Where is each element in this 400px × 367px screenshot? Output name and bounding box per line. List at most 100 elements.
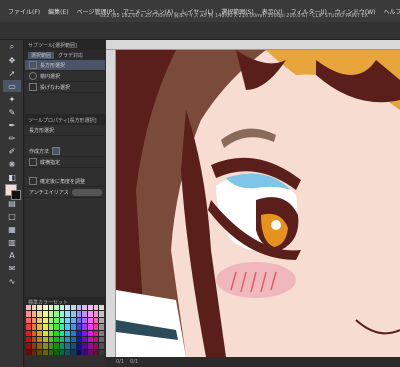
palette-swatch[interactable] xyxy=(71,311,76,317)
palette-swatch[interactable] xyxy=(31,317,37,324)
palette-swatch[interactable] xyxy=(54,305,59,311)
palette-swatch[interactable] xyxy=(48,324,54,330)
airbrush-icon[interactable]: ❋ xyxy=(3,158,21,170)
palette-swatch[interactable] xyxy=(93,311,99,317)
palette-swatch[interactable] xyxy=(88,349,93,355)
palette-swatch[interactable] xyxy=(82,330,88,336)
palette-swatch[interactable] xyxy=(65,343,71,349)
palette-swatch[interactable] xyxy=(26,317,31,324)
palette-swatch[interactable] xyxy=(65,349,71,355)
palette-swatch[interactable] xyxy=(65,317,71,324)
palette-swatch[interactable] xyxy=(59,349,65,355)
palette-swatch[interactable] xyxy=(93,324,99,330)
palette-swatch[interactable] xyxy=(82,317,88,324)
palette-swatch[interactable] xyxy=(82,305,88,311)
palette-swatch[interactable] xyxy=(48,305,54,311)
palette-swatch[interactable] xyxy=(42,349,48,355)
palette-swatch[interactable] xyxy=(99,305,104,311)
palette-swatch[interactable] xyxy=(42,317,48,324)
palette-swatch[interactable] xyxy=(26,311,31,317)
palette-swatch[interactable] xyxy=(48,349,54,355)
palette-swatch[interactable] xyxy=(48,330,54,336)
palette-swatch[interactable] xyxy=(54,349,59,355)
palette-swatch[interactable] xyxy=(99,343,104,349)
palette-swatch[interactable] xyxy=(26,336,31,343)
palette-swatch[interactable] xyxy=(26,305,31,311)
figure-icon[interactable]: □ xyxy=(3,210,21,222)
palette-swatch[interactable] xyxy=(71,349,76,355)
selection-tab[interactable]: 選択範囲 xyxy=(28,51,55,59)
palette-swatch[interactable] xyxy=(26,343,31,349)
canvas-artwork[interactable] xyxy=(116,50,400,357)
palette-swatch[interactable] xyxy=(76,343,82,349)
palette-swatch[interactable] xyxy=(99,349,104,355)
palette-swatch[interactable] xyxy=(54,311,59,317)
palette-swatch[interactable] xyxy=(59,330,65,336)
palette-swatch[interactable] xyxy=(31,324,37,330)
palette-swatch[interactable] xyxy=(76,330,82,336)
mode-icon[interactable] xyxy=(52,147,61,155)
frame-icon[interactable]: ▦ xyxy=(3,223,21,235)
palette-swatch[interactable] xyxy=(82,343,88,349)
palette-swatch[interactable] xyxy=(26,330,31,336)
palette-swatch[interactable] xyxy=(54,336,59,343)
palette-swatch[interactable] xyxy=(59,343,65,349)
gradient-tab[interactable]: グラデ対応 xyxy=(58,52,83,59)
palette-swatch[interactable] xyxy=(71,343,76,349)
palette-swatch[interactable] xyxy=(76,324,82,330)
balloon-icon[interactable]: ✉ xyxy=(3,262,21,274)
palette-swatch[interactable] xyxy=(88,324,93,330)
property-aspect[interactable]: 縦横指定 xyxy=(25,157,105,168)
palette-swatch[interactable] xyxy=(59,324,65,330)
property-adjust-angle[interactable]: 確定後に角度を調整 xyxy=(25,176,105,187)
palette-swatch[interactable] xyxy=(88,305,93,311)
palette-swatch[interactable] xyxy=(48,317,54,324)
palette-swatch[interactable] xyxy=(54,343,59,349)
palette-swatch[interactable] xyxy=(37,311,42,317)
palette-swatch[interactable] xyxy=(93,349,99,355)
palette-swatch[interactable] xyxy=(71,330,76,336)
pencil-icon[interactable]: ✏ xyxy=(3,132,21,144)
palette-swatch[interactable] xyxy=(59,336,65,343)
palette-swatch[interactable] xyxy=(93,305,99,311)
palette-swatch[interactable] xyxy=(71,305,76,311)
palette-swatch[interactable] xyxy=(71,336,76,343)
palette-swatch[interactable] xyxy=(71,317,76,324)
ruler-icon[interactable]: ▥ xyxy=(3,236,21,248)
palette-swatch[interactable] xyxy=(93,330,99,336)
palette-swatch[interactable] xyxy=(88,336,93,343)
palette-swatch[interactable] xyxy=(99,324,104,330)
palette-swatch[interactable] xyxy=(42,330,48,336)
auto-select-icon[interactable]: ✦ xyxy=(3,93,21,105)
palette-swatch[interactable] xyxy=(42,336,48,343)
palette-swatch[interactable] xyxy=(37,336,42,343)
palette-swatch[interactable] xyxy=(48,311,54,317)
palette-swatch[interactable] xyxy=(31,343,37,349)
palette-swatch[interactable] xyxy=(76,311,82,317)
sub-color-icon[interactable] xyxy=(11,190,21,200)
palette-swatch[interactable] xyxy=(54,330,59,336)
palette-swatch[interactable] xyxy=(99,330,104,336)
operation-icon[interactable]: ➚ xyxy=(3,67,21,79)
palette-swatch[interactable] xyxy=(42,343,48,349)
palette-swatch[interactable] xyxy=(31,330,37,336)
color-set-palette[interactable] xyxy=(26,305,104,355)
palette-swatch[interactable] xyxy=(37,324,42,330)
palette-swatch[interactable] xyxy=(31,305,37,311)
palette-swatch[interactable] xyxy=(65,305,71,311)
palette-swatch[interactable] xyxy=(48,336,54,343)
palette-swatch[interactable] xyxy=(37,305,42,311)
palette-swatch[interactable] xyxy=(37,317,42,324)
palette-swatch[interactable] xyxy=(88,317,93,324)
palette-swatch[interactable] xyxy=(26,324,31,330)
subtool-lasso-select[interactable]: 投げなわ選択 xyxy=(25,82,105,93)
palette-swatch[interactable] xyxy=(76,336,82,343)
palette-swatch[interactable] xyxy=(82,311,88,317)
palette-swatch[interactable] xyxy=(37,343,42,349)
move-icon[interactable]: ✥ xyxy=(3,54,21,66)
palette-swatch[interactable] xyxy=(82,324,88,330)
palette-swatch[interactable] xyxy=(65,324,71,330)
palette-swatch[interactable] xyxy=(76,317,82,324)
palette-swatch[interactable] xyxy=(93,317,99,324)
palette-swatch[interactable] xyxy=(42,324,48,330)
